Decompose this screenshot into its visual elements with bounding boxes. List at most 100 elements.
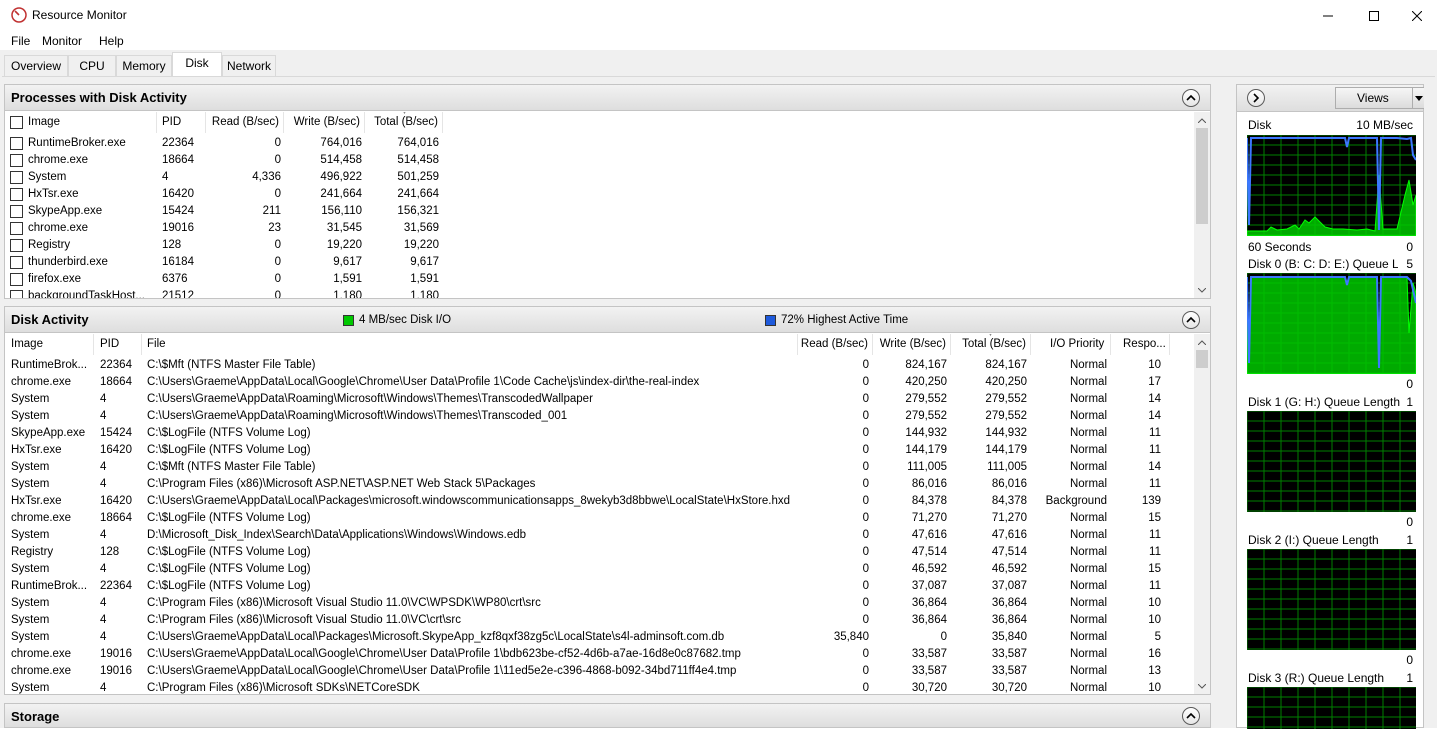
disk-activity-row[interactable]: System 4 C:\Program Files (x86)\Microsoft … — [5, 680, 1194, 694]
disk-activity-row[interactable]: System 4 C:\$Mft (NTFS Master File Table) 0… — [5, 459, 1194, 476]
tab-overview[interactable]: Overview — [4, 55, 68, 76]
disk-activity-row[interactable]: HxTsr.exe 16420 C:\$LogFile (NTFS Volume L… — [5, 442, 1194, 459]
col-pid[interactable]: PID — [94, 334, 142, 355]
disk-activity-row[interactable]: SkypeApp.exe 15424 C:\$LogFile (NTFS Volum… — [5, 425, 1194, 442]
processes-scrollbar[interactable] — [1194, 112, 1210, 298]
disk-activity-scrollbar[interactable] — [1194, 334, 1210, 694]
disk-activity-cell: Normal — [1069, 529, 1107, 541]
disk-activity-cell: chrome.exe — [11, 648, 72, 660]
disk-activity-cell: 4 — [100, 478, 107, 490]
process-row[interactable]: firefox.exe 6376 0 1,591 1,591 — [5, 271, 1194, 288]
scroll-thumb[interactable] — [1196, 350, 1208, 368]
col-total[interactable]: ▼ Total (B/sec) — [951, 334, 1031, 355]
process-checkbox[interactable] — [10, 188, 23, 201]
col-write[interactable]: Write (B/sec) — [873, 334, 951, 355]
process-row[interactable]: Registry 128 0 19,220 19,220 — [5, 237, 1194, 254]
tab-disk[interactable]: Disk — [172, 52, 222, 77]
tab-cpu[interactable]: CPU — [68, 55, 116, 76]
col-read[interactable]: Read (B/sec) — [206, 112, 284, 133]
processes-panel-header[interactable]: Processes with Disk Activity — [5, 85, 1210, 111]
scroll-up-icon[interactable] — [1194, 112, 1210, 128]
process-checkbox[interactable] — [10, 137, 23, 150]
disk-activity-row[interactable]: System 4 C:\Users\Graeme\AppData\Local\Pac… — [5, 629, 1194, 646]
scroll-down-icon[interactable] — [1194, 678, 1210, 694]
process-row[interactable]: HxTsr.exe 16420 0 241,664 241,664 — [5, 186, 1194, 203]
close-button[interactable] — [1397, 0, 1437, 31]
process-row[interactable]: backgroundTaskHost... 21512 0 1,180 1,180 — [5, 288, 1194, 298]
disk-activity-row[interactable]: RuntimeBrok... 22364 C:\$Mft (NTFS Master … — [5, 357, 1194, 374]
disk-activity-row[interactable]: System 4 C:\Users\Graeme\AppData\Roaming\M… — [5, 408, 1194, 425]
disk-activity-cell: 46,592 — [911, 563, 947, 575]
disk-activity-row[interactable]: Registry 128 C:\$LogFile (NTFS Volume Log)… — [5, 544, 1194, 561]
process-row[interactable]: thunderbird.exe 16184 0 9,617 9,617 — [5, 254, 1194, 271]
disk-activity-cell: 30,720 — [911, 682, 947, 694]
process-row[interactable]: chrome.exe 19016 23 31,545 31,569 — [5, 220, 1194, 237]
process-checkbox[interactable] — [10, 290, 23, 298]
menu-help[interactable]: Help — [99, 34, 124, 48]
disk-activity-row[interactable]: System 4 C:\Users\Graeme\AppData\Roaming\M… — [5, 391, 1194, 408]
disk-activity-row[interactable]: System 4 C:\Program Files (x86)\Microsoft … — [5, 612, 1194, 629]
disk-activity-cell: 10 — [1148, 682, 1161, 694]
minimize-button[interactable] — [1305, 0, 1351, 31]
disk-activity-header[interactable]: Disk Activity 4 MB/sec Disk I/O 72% High… — [5, 307, 1210, 333]
col-file[interactable]: File — [142, 334, 798, 355]
process-cell: 211 — [262, 205, 281, 217]
disk-activity-cell: System — [11, 461, 50, 473]
col-read[interactable]: Read (B/sec) — [798, 334, 873, 355]
process-row[interactable]: SkypeApp.exe 15424 211 156,110 156,321 — [5, 203, 1194, 220]
disk-activity-row[interactable]: HxTsr.exe 16420 C:\Users\Graeme\AppData\Lo… — [5, 493, 1194, 510]
process-checkbox[interactable] — [10, 154, 23, 167]
scroll-thumb[interactable] — [1196, 128, 1208, 224]
processes-collapse-button[interactable] — [1182, 89, 1200, 107]
views-button[interactable]: Views — [1335, 87, 1413, 109]
disk-activity-row[interactable]: chrome.exe 19016 C:\Users\Graeme\AppData\L… — [5, 663, 1194, 680]
process-checkbox[interactable] — [10, 205, 23, 218]
col-image[interactable]: Image — [5, 334, 94, 355]
menu-monitor[interactable]: Monitor — [42, 34, 82, 48]
process-checkbox[interactable] — [10, 256, 23, 269]
menu-file[interactable]: File — [11, 34, 30, 48]
storage-collapse-button[interactable] — [1182, 707, 1200, 725]
col-io-priority[interactable]: I/O Priority — [1031, 334, 1111, 355]
maximize-button[interactable] — [1351, 0, 1397, 31]
process-checkbox[interactable] — [10, 239, 23, 252]
disk-activity-cell: C:\$Mft (NTFS Master File Table) — [147, 461, 316, 473]
disk-activity-cell: D:\Microsoft_Disk_Index\Search\Data\Appl… — [147, 529, 527, 541]
disk1-graph-plot — [1246, 410, 1416, 512]
tab-memory[interactable]: Memory — [116, 55, 172, 76]
process-row[interactable]: chrome.exe 18664 0 514,458 514,458 — [5, 152, 1194, 169]
disk-activity-row[interactable]: System 4 D:\Microsoft_Disk_Index\Search\Da… — [5, 527, 1194, 544]
disk-activity-collapse-button[interactable] — [1182, 311, 1200, 329]
disk-graph-time-label: 60 Seconds — [1248, 240, 1312, 254]
process-row[interactable]: RuntimeBroker.exe 22364 0 764,016 764,016 — [5, 135, 1194, 152]
disk-activity-row[interactable]: chrome.exe 19016 C:\Users\Graeme\AppData\L… — [5, 646, 1194, 663]
disk-activity-cell: System — [11, 597, 50, 609]
col-image[interactable]: Image — [5, 112, 157, 133]
tab-network[interactable]: Network — [222, 55, 276, 76]
process-checkbox[interactable] — [10, 171, 23, 184]
disk-activity-row[interactable]: System 4 C:\Program Files (x86)\Microsoft … — [5, 476, 1194, 493]
col-total[interactable]: ▼ Total (B/sec) — [365, 112, 443, 133]
scroll-up-icon[interactable] — [1194, 334, 1210, 350]
disk-activity-row[interactable]: System 4 C:\$LogFile (NTFS Volume Log) 0 46,… — [5, 561, 1194, 578]
graph-pane-toggle[interactable] — [1247, 89, 1265, 107]
select-all-checkbox[interactable] — [10, 116, 23, 129]
disk-activity-row[interactable]: chrome.exe 18664 C:\$LogFile (NTFS Volume … — [5, 510, 1194, 527]
col-response[interactable]: Respo... — [1111, 334, 1170, 355]
disk-activity-cell: 0 — [862, 512, 869, 524]
col-pid[interactable]: PID — [157, 112, 206, 133]
process-row[interactable]: System 4 4,336 496,922 501,259 — [5, 169, 1194, 186]
process-cell: 241,664 — [320, 188, 362, 200]
disk-activity-cell: 36,864 — [911, 614, 947, 626]
process-checkbox[interactable] — [10, 273, 23, 286]
disk-activity-row[interactable]: RuntimeBrok... 22364 C:\$LogFile (NTFS Vol… — [5, 578, 1194, 595]
storage-panel-header[interactable]: Storage — [4, 703, 1211, 728]
scroll-down-icon[interactable] — [1194, 282, 1210, 298]
process-cell: 9,617 — [410, 256, 439, 268]
process-checkbox[interactable] — [10, 222, 23, 235]
col-write[interactable]: Write (B/sec) — [284, 112, 365, 133]
disk-activity-row[interactable]: chrome.exe 18664 C:\Users\Graeme\AppData\L… — [5, 374, 1194, 391]
disk-activity-row[interactable]: System 4 C:\Program Files (x86)\Microsoft … — [5, 595, 1194, 612]
graph-pane-scrollbar[interactable] — [1424, 84, 1437, 728]
process-cell: 23 — [268, 222, 281, 234]
